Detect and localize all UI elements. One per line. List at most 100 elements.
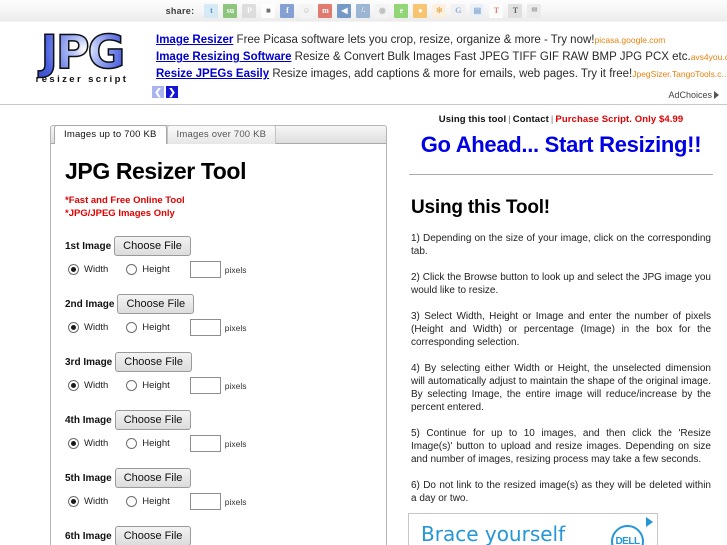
label-width-3: Width	[84, 380, 109, 391]
reddit-icon[interactable]: ◉	[375, 3, 390, 18]
image-row-1-label: 1st Image	[65, 240, 112, 252]
chevron-right-icon[interactable]: ❯	[166, 86, 178, 98]
print-icon[interactable]: P	[242, 3, 257, 18]
windows-live-icon[interactable]: ■	[261, 3, 276, 18]
facebook-icon[interactable]: f	[280, 3, 295, 18]
choose-file-button-2[interactable]: Choose File	[117, 294, 195, 314]
link-contact[interactable]: Contact	[513, 114, 549, 125]
ad-line-3: Resize JPEGs Easily Resize images, add c…	[156, 66, 727, 83]
choose-file-button-5[interactable]: Choose File	[114, 468, 192, 488]
slashdot-icon[interactable]: /.	[356, 3, 371, 18]
adchoices-triangle-icon-dell[interactable]	[646, 517, 653, 527]
choose-file-button-3[interactable]: Choose File	[115, 352, 192, 372]
divider	[409, 174, 713, 175]
email-icon[interactable]: ✉	[527, 3, 542, 18]
logo-main-text: JPG	[18, 25, 146, 79]
note-jpg-only: *JPG/JPEG Images Only	[65, 208, 175, 219]
radio-height-5[interactable]	[126, 496, 138, 507]
image-row-3-top: 3rd Image Choose File	[65, 352, 372, 372]
image-row-5: 5th Image Choose File Width Height pixel…	[65, 468, 372, 510]
tumblr-icon[interactable]: T	[489, 3, 504, 18]
step-1: 1) Depending on the size of your image, …	[411, 233, 711, 257]
dell-ad-headline: Brace yourself	[421, 522, 566, 545]
radio-height-1[interactable]	[126, 264, 138, 275]
note-fast-free: *Fast and Free Online Tool	[65, 195, 185, 206]
link-purchase-script[interactable]: Purchase Script. Only $4.99	[555, 114, 683, 125]
chevron-left-icon[interactable]: ❮	[152, 86, 164, 98]
pixels-input-1[interactable]	[189, 261, 221, 278]
share-bar-inner: share: t su P ■ f ☺ m ◀ /. ◉ e ● ✻ G ▤ T…	[165, 3, 542, 18]
image-row-3: 3rd Image Choose File Width Height pixel…	[65, 352, 372, 394]
ad-url-2[interactable]: avs4you.c...	[691, 52, 727, 62]
label-width-2: Width	[84, 322, 109, 333]
ad-nav-arrows: ❮ ❯	[152, 86, 178, 98]
radio-width-5[interactable]	[68, 496, 79, 507]
choose-file-button-4[interactable]: Choose File	[114, 410, 192, 430]
radio-width-2[interactable]	[68, 322, 79, 333]
share-label: share:	[165, 5, 195, 16]
step-3: 3) Select Width, Height or Image and ent…	[411, 311, 711, 348]
image-row-4-label: 4th Image	[65, 414, 112, 426]
nav-separator-1: |	[508, 114, 511, 125]
fark-icon[interactable]: ✻	[432, 3, 447, 18]
ad-url-1[interactable]: picasa.google.com	[594, 35, 665, 45]
image-row-4: 4th Image Choose File Width Height pixel…	[65, 410, 372, 452]
tab-images-over-700kb[interactable]: Images over 700 KB	[166, 125, 277, 144]
pixels-input-4[interactable]	[189, 435, 221, 452]
ad-link-1[interactable]: Image Resizer	[156, 34, 233, 46]
image-row-6: 6th Image Choose File Width Height pixel…	[65, 526, 372, 545]
radio-width-4[interactable]	[68, 438, 79, 449]
diigo-icon[interactable]: ◀	[337, 3, 352, 18]
link-using-this-tool[interactable]: Using this tool	[439, 114, 506, 125]
pixels-label-1: pixels	[224, 264, 247, 275]
choose-file-button-6[interactable]: Choose File	[114, 526, 192, 545]
step-2: 2) Click the Browse button to look up an…	[411, 272, 711, 296]
step-5: 5) Continue for up to 10 images, and the…	[411, 428, 711, 465]
pixels-label-3: pixels	[224, 380, 247, 391]
windows-icon[interactable]: ▤	[470, 3, 485, 18]
evernote-icon[interactable]: e	[394, 3, 409, 18]
radio-height-2[interactable]	[126, 322, 138, 333]
pixels-label-5: pixels	[224, 496, 247, 507]
stumbleupon-icon[interactable]: su	[223, 3, 238, 18]
friendfeed-icon[interactable]: ☺	[299, 3, 314, 18]
tool-column: Images up to 700 KB Images over 700 KB J…	[50, 125, 387, 545]
pixels-input-3[interactable]	[189, 377, 221, 394]
radio-width-3[interactable]	[68, 380, 79, 391]
image-row-5-top: 5th Image Choose File	[65, 468, 372, 488]
info-headline: Go Ahead... Start Resizing!!	[420, 132, 702, 157]
image-row-2-label: 2nd Image	[65, 298, 115, 310]
site-logo: JPG resizer script	[18, 25, 146, 85]
image-row-1: 1st Image Choose File Width Height pixel…	[65, 236, 372, 278]
radio-height-3[interactable]	[126, 380, 138, 391]
page-title: JPG Resizer Tool	[65, 158, 247, 184]
typepad-icon[interactable]: T	[508, 3, 523, 18]
label-height-4: Height	[142, 438, 170, 449]
radio-height-4[interactable]	[126, 438, 138, 449]
ad-link-2[interactable]: Image Resizing Software	[156, 51, 291, 63]
label-height-1: Height	[142, 264, 170, 275]
ad-line-2: Image Resizing Software Resize & Convert…	[156, 49, 727, 66]
info-nav-links: Using this tool | Contact | Purchase Script.…	[405, 113, 717, 127]
mixx-icon[interactable]: m	[318, 3, 333, 18]
radio-width-1[interactable]	[68, 264, 79, 275]
step-6: 6) Do not link to the resized image(s) a…	[411, 480, 711, 504]
adchoices[interactable]: AdChoices	[668, 90, 719, 100]
image-row-3-label: 3rd Image	[65, 356, 113, 368]
ad-text-1: Free Picasa software lets you crop, resi…	[233, 34, 595, 46]
image-row-5-options: Width Height pixels	[65, 493, 372, 510]
page-body: Images up to 700 KB Images over 700 KB J…	[0, 105, 727, 545]
pixels-input-5[interactable]	[189, 493, 221, 510]
orange-square-icon[interactable]: ●	[413, 3, 428, 18]
ad-url-3[interactable]: JpegSizer.TangoTools.c...	[632, 69, 727, 79]
twitter-icon[interactable]: t	[204, 3, 219, 18]
google-icon[interactable]: G	[451, 3, 466, 18]
tab-bar: Images up to 700 KB Images over 700 KB	[50, 125, 387, 144]
share-bar: share: t su P ■ f ☺ m ◀ /. ◉ e ● ✻ G ▤ T…	[0, 0, 727, 28]
tab-images-up-to-700kb[interactable]: Images up to 700 KB	[54, 125, 167, 144]
choose-file-button-1[interactable]: Choose File	[114, 236, 191, 256]
ad-link-3[interactable]: Resize JPEGs Easily	[156, 68, 269, 80]
dell-ad-banner[interactable]: Brace yourself The new Dell XPS laptops …	[408, 513, 658, 545]
pixels-input-2[interactable]	[189, 319, 221, 336]
info-section-title: Using this Tool!	[411, 197, 550, 218]
